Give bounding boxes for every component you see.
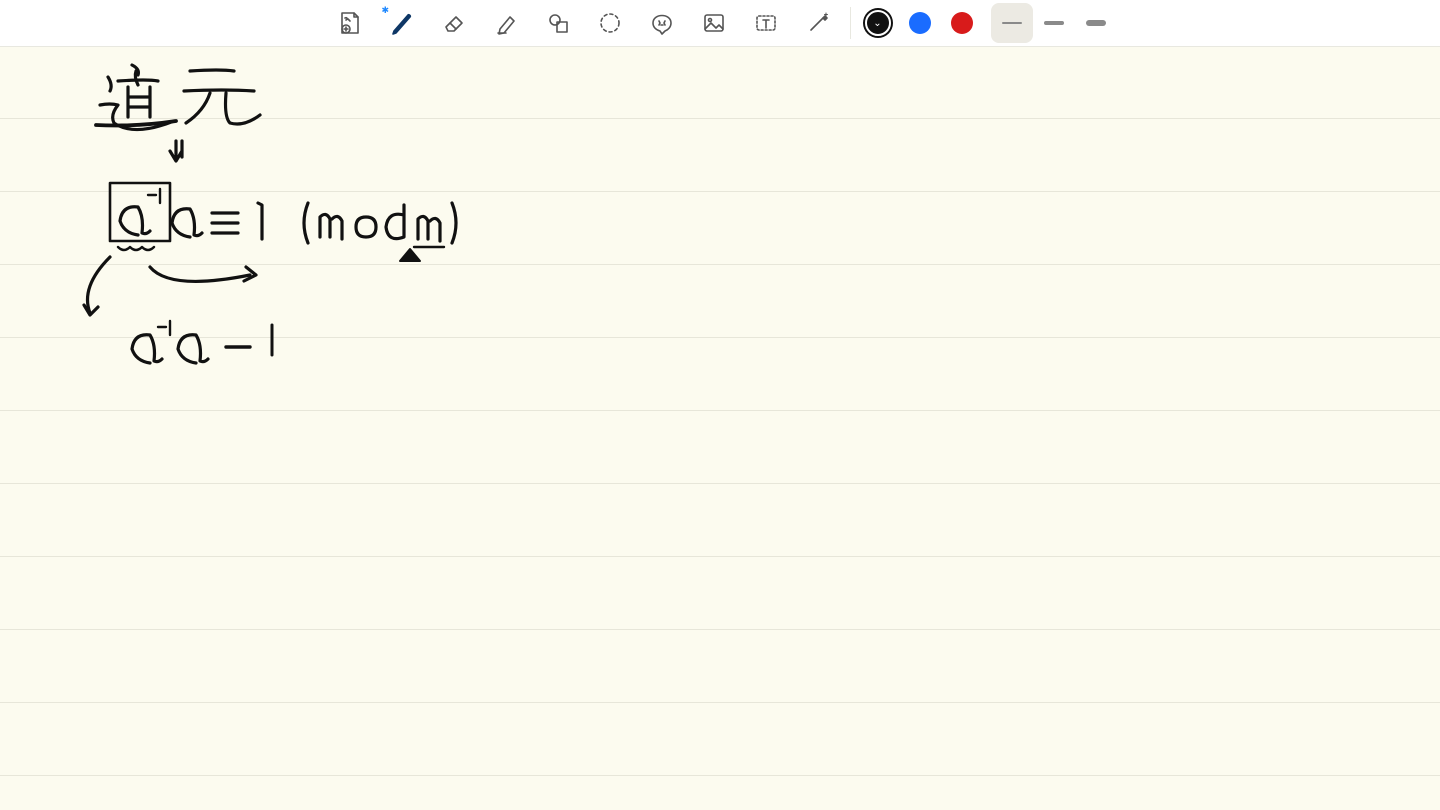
shapes-tool[interactable] xyxy=(532,3,584,43)
eraser-icon xyxy=(440,9,468,37)
image-tool[interactable] xyxy=(688,3,740,43)
color-red[interactable] xyxy=(941,3,983,43)
ruled-line xyxy=(0,410,1440,411)
ruled-line xyxy=(0,556,1440,557)
pen-tool[interactable]: ✱ xyxy=(376,3,428,43)
magic-icon xyxy=(804,9,832,37)
stroke-width-small[interactable] xyxy=(991,3,1033,43)
ruled-line xyxy=(0,629,1440,630)
stroke-width-large[interactable] xyxy=(1075,3,1117,43)
stroke-width-medium[interactable] xyxy=(1033,3,1075,43)
bluetooth-icon: ✱ xyxy=(382,5,390,16)
tool-group-colors: ⌄ xyxy=(857,3,983,43)
stroke-line-icon xyxy=(1002,22,1022,24)
text-tool[interactable] xyxy=(740,3,792,43)
ruled-line xyxy=(0,118,1440,119)
add-page-tool[interactable] xyxy=(324,3,376,43)
stroke-line-icon xyxy=(1086,20,1106,26)
ruled-line xyxy=(0,264,1440,265)
handwriting-ink xyxy=(0,47,1440,810)
stroke-line-icon xyxy=(1044,21,1064,25)
ruled-line xyxy=(0,775,1440,776)
image-icon xyxy=(700,9,728,37)
magic-tool[interactable] xyxy=(792,3,844,43)
color-blue[interactable] xyxy=(899,3,941,43)
chevron-down-icon: ⌄ xyxy=(865,10,891,36)
toolbar-divider xyxy=(850,7,851,39)
tool-group-tools: ✱ xyxy=(324,3,844,43)
stickers-tool[interactable] xyxy=(636,3,688,43)
tool-group-strokes xyxy=(991,3,1117,43)
highlighter-tool[interactable] xyxy=(480,3,532,43)
lasso-icon xyxy=(596,9,624,37)
canvas[interactable] xyxy=(0,47,1440,810)
color-dot-red xyxy=(951,12,973,34)
text-icon xyxy=(752,9,780,37)
eraser-tool[interactable] xyxy=(428,3,480,43)
ruled-line xyxy=(0,191,1440,192)
color-dot-blue xyxy=(909,12,931,34)
lasso-tool[interactable] xyxy=(584,3,636,43)
highlighter-icon xyxy=(492,9,520,37)
ruled-line xyxy=(0,337,1440,338)
pen-icon xyxy=(388,9,416,37)
shapes-icon xyxy=(544,9,572,37)
ruled-line xyxy=(0,483,1440,484)
stickers-icon xyxy=(648,9,676,37)
color-picker-button[interactable]: ⌄ xyxy=(857,3,899,43)
toolbar: ✱ xyxy=(0,0,1440,47)
add-page-icon xyxy=(336,9,364,37)
ruled-line xyxy=(0,702,1440,703)
